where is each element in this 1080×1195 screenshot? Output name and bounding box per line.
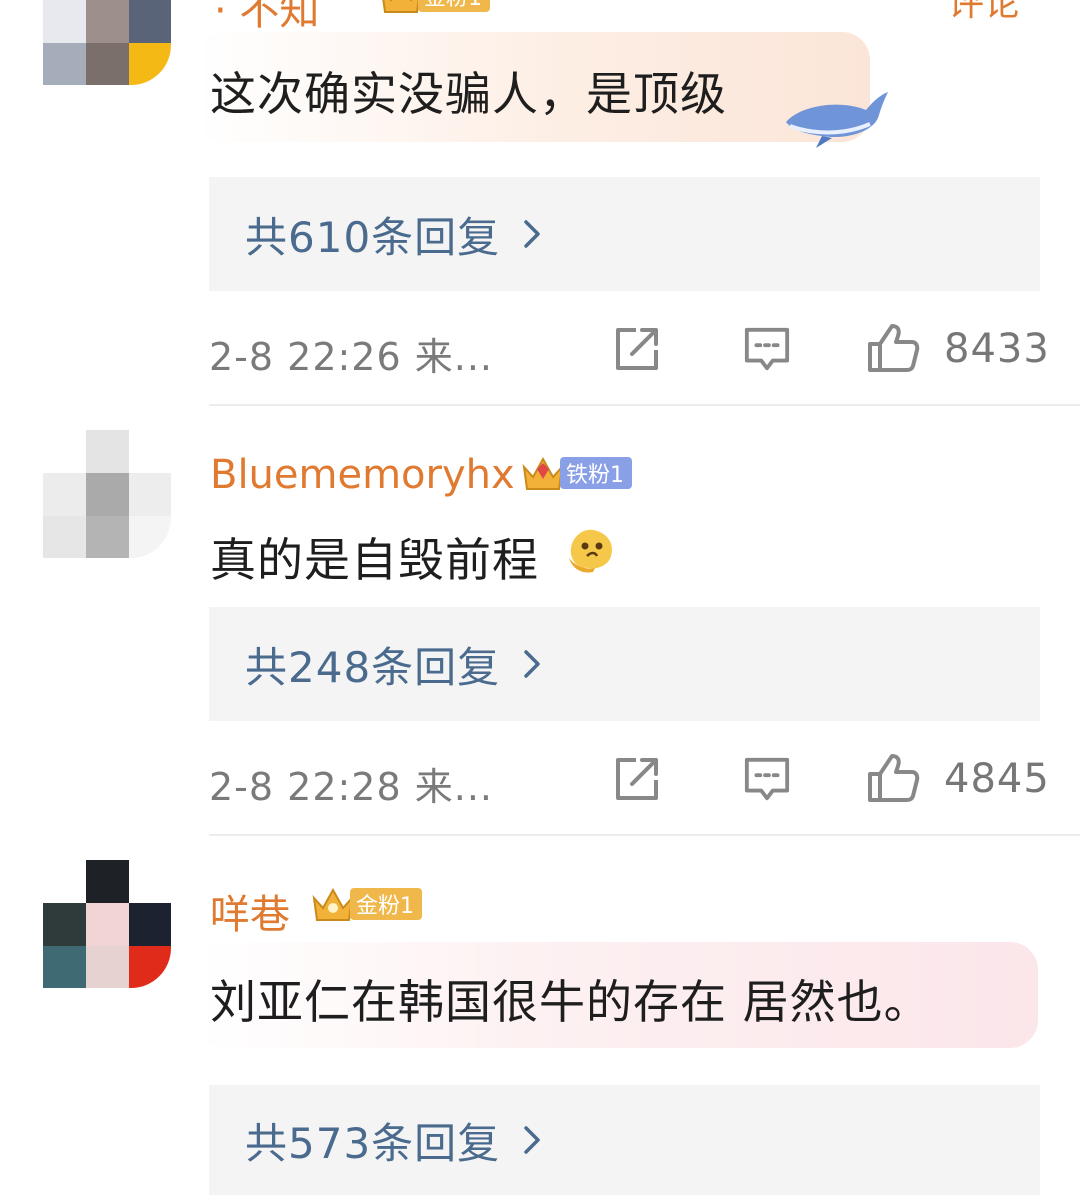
replies-link[interactable]: 共248条回复 <box>209 607 1040 721</box>
badge-label: 金粉1 <box>424 0 482 12</box>
corner-label: 评论 <box>948 0 1021 24</box>
replies-label: 共610条回复 <box>245 212 501 262</box>
fan-badge: 金粉1 <box>310 884 422 924</box>
comment-time: 2-8 22:26 来... <box>209 335 493 379</box>
username[interactable]: 咩巷 <box>210 882 290 940</box>
username[interactable]: Bluememoryhx <box>210 452 515 498</box>
avatar[interactable] <box>43 430 171 558</box>
comment-icon[interactable] <box>742 326 792 374</box>
avatar[interactable] <box>43 860 171 988</box>
like-count: 4845 <box>944 756 1050 802</box>
comment-icon[interactable] <box>742 756 792 804</box>
avatar[interactable] <box>43 0 171 85</box>
like-icon[interactable] <box>866 752 922 804</box>
chevron-right-icon <box>524 220 540 248</box>
chevron-right-icon <box>524 650 540 678</box>
comment-text: 刘亚仁在韩国很牛的存在 居然也。 <box>210 975 931 1029</box>
divider <box>209 834 1080 836</box>
replies-link[interactable]: 共573条回复 <box>209 1085 1040 1195</box>
share-icon[interactable] <box>612 754 662 804</box>
badge-label: 铁粉1 <box>566 463 624 488</box>
comment-time: 2-8 22:28 来... <box>209 765 493 809</box>
comment-text: 真的是自毁前程 <box>210 533 539 587</box>
replies-link[interactable]: 共610条回复 <box>209 177 1040 291</box>
share-icon[interactable] <box>612 324 662 374</box>
replies-label: 共248条回复 <box>245 642 501 692</box>
replies-label: 共573条回复 <box>245 1118 501 1168</box>
badge-label: 金粉1 <box>356 894 414 919</box>
username[interactable]: · 不知 <box>214 0 319 36</box>
emoji-icon <box>569 529 613 573</box>
fan-badge: 金粉1 <box>378 0 490 16</box>
chevron-right-icon <box>524 1126 540 1154</box>
fan-badge: 铁粉1 <box>520 453 632 493</box>
divider <box>209 404 1080 406</box>
whale-icon <box>786 92 888 148</box>
comment-text: 这次确实没骗人，是顶级 <box>210 67 727 121</box>
like-icon[interactable] <box>866 322 922 374</box>
like-count: 8433 <box>944 326 1050 372</box>
